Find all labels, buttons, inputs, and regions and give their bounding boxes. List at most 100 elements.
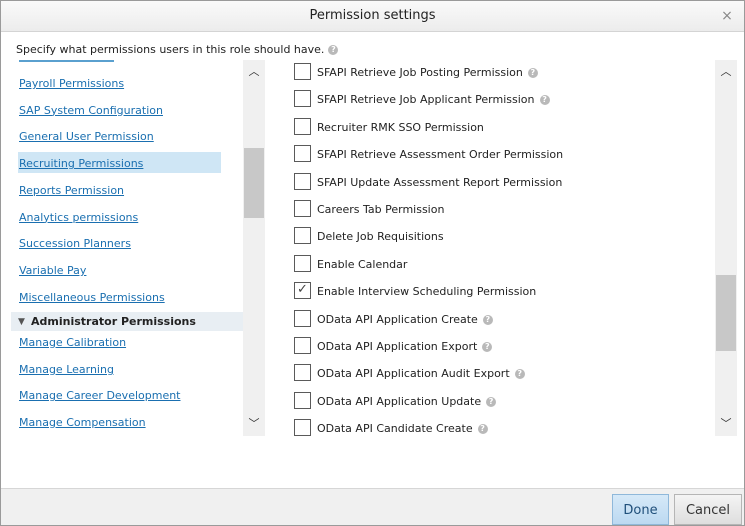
permission-label: OData API Application Create? <box>317 313 493 326</box>
scroll-down-icon[interactable]: ﹀ <box>715 414 737 434</box>
permission-checkbox[interactable] <box>294 364 311 382</box>
permission-checkbox[interactable] <box>294 90 311 108</box>
collapse-caret-icon[interactable]: ▼ <box>18 317 25 327</box>
permission-row: Enable Calendar <box>294 254 704 275</box>
dialog-footer: Done Cancel <box>1 488 744 525</box>
nav-item-manage-compensation[interactable]: Manage Compensation <box>19 416 146 429</box>
permission-label-text: Enable Calendar <box>317 257 408 271</box>
permission-checkbox[interactable] <box>294 419 311 436</box>
permission-label-text: SFAPI Retrieve Job Posting Permission <box>317 66 523 79</box>
help-icon[interactable]: ? <box>482 342 493 352</box>
nav-item-general-user-permission[interactable]: General User Permission <box>19 130 154 143</box>
permission-checkbox[interactable] <box>294 227 311 245</box>
right-scrollbar[interactable]: ︿ ﹀ <box>715 60 737 436</box>
permission-label: OData API Application Export? <box>317 340 493 353</box>
left-scrollbar[interactable]: ︿ ﹀ <box>243 60 265 436</box>
permission-category-pane: Payroll Permissions SAP System Configurat… <box>9 60 265 436</box>
scroll-up-icon[interactable]: ︿ <box>715 62 737 82</box>
help-icon[interactable]: ? <box>527 68 538 78</box>
permission-label-text: OData API Candidate Create <box>317 422 473 436</box>
help-icon[interactable]: ? <box>482 314 493 325</box>
nav-item-payroll-permissions[interactable]: Payroll Permissions <box>19 77 124 90</box>
permission-label-text: SFAPI Retrieve Job Applicant Permission <box>317 93 535 107</box>
help-icon[interactable]: ? <box>514 369 525 380</box>
nav-item-succession-planners[interactable]: Succession Planners <box>19 237 131 250</box>
permission-checkbox[interactable] <box>294 254 311 272</box>
permission-label: Recruiter RMK SSO Permission <box>317 121 484 134</box>
cancel-button[interactable]: Cancel <box>674 494 742 525</box>
permission-checkbox[interactable] <box>294 309 311 327</box>
permission-row: SFAPI Update Assessment Report Permissio… <box>294 172 704 193</box>
permission-row: SFAPI Retrieve Assessment Order Permissi… <box>294 145 704 165</box>
permission-label: Enable Interview Scheduling Permission <box>317 285 536 298</box>
permission-checkbox[interactable] <box>294 63 311 80</box>
permission-row: SFAPI Retrieve Job Applicant Permission? <box>294 90 704 110</box>
help-icon[interactable]: ? <box>477 424 488 435</box>
permission-checkbox[interactable] <box>294 145 311 163</box>
dialog-title: Permission settings <box>309 8 436 23</box>
permission-checkbox[interactable]: ✓ <box>294 282 311 300</box>
scrolled-item-edge <box>19 60 114 62</box>
permission-checkbox[interactable] <box>294 391 311 409</box>
left-scrollbar-thumb[interactable] <box>244 148 264 218</box>
permission-checkbox[interactable] <box>294 200 311 217</box>
permission-settings-dialog: Permission settings × Specify what permi… <box>0 0 745 526</box>
permission-row: OData API Candidate Create? <box>294 419 704 436</box>
permission-label-text: OData API Application Update <box>317 394 482 408</box>
nav-item-variable-pay[interactable]: Variable Pay <box>19 264 86 277</box>
permission-label: Enable Calendar <box>317 258 407 271</box>
permission-row: OData API Application Audit Export? <box>294 364 704 384</box>
permission-row: Careers Tab Permission <box>294 200 704 220</box>
dialog-titlebar: Permission settings × <box>1 1 744 32</box>
permission-row: ✓ Enable Interview Scheduling Permission <box>294 282 704 302</box>
nav-item-reports-permission[interactable]: Reports Permission <box>19 184 124 197</box>
permission-row: SFAPI Retrieve Job Posting Permission? <box>294 63 704 83</box>
permission-label-text: SFAPI Retrieve Assessment Order Permissi… <box>317 148 564 162</box>
permission-row: Delete Job Requisitions <box>294 227 704 247</box>
checkmark-icon: ✓ <box>297 282 308 298</box>
permission-row: OData API Application Create? <box>294 309 704 330</box>
nav-item-manage-calibration[interactable]: Manage Calibration <box>19 336 126 349</box>
nav-item-analytics-permissions[interactable]: Analytics permissions <box>19 211 138 224</box>
instructions-label: Specify what permissions users in this r… <box>16 43 325 56</box>
nav-item-manage-learning[interactable]: Manage Learning <box>19 363 114 376</box>
nav-item-sap-system-configuration[interactable]: SAP System Configuration <box>19 104 163 117</box>
help-icon[interactable]: ? <box>486 396 497 407</box>
permission-label-text: OData API Application Audit Export <box>317 367 510 381</box>
permission-checkbox[interactable] <box>294 337 311 354</box>
scroll-down-icon[interactable]: ﹀ <box>243 414 265 434</box>
permission-label: SFAPI Retrieve Job Applicant Permission? <box>317 93 550 106</box>
permission-label: Delete Job Requisitions <box>317 230 444 243</box>
help-icon[interactable]: ? <box>328 45 339 55</box>
instructions-text: Specify what permissions users in this r… <box>16 43 339 56</box>
permission-checkbox-pane: SFAPI Retrieve Job Posting Permission? SF… <box>277 60 737 436</box>
permission-label: OData API Candidate Create? <box>317 422 488 435</box>
permission-row: OData API Application Update? <box>294 391 704 412</box>
nav-item-recruiting-permissions[interactable]: Recruiting Permissions <box>19 157 143 170</box>
permission-label: OData API Application Update? <box>317 394 497 408</box>
permission-label: SFAPI Retrieve Assessment Order Permissi… <box>317 148 563 161</box>
close-icon[interactable]: × <box>720 9 734 23</box>
nav-item-manage-career-development[interactable]: Manage Career Development <box>19 389 181 402</box>
permission-checkbox[interactable] <box>294 117 311 135</box>
permission-label-text: Careers Tab Permission <box>317 203 445 216</box>
permission-label-text: OData API Application Create <box>317 312 478 326</box>
section-header-label: Administrator Permissions <box>31 315 196 328</box>
right-scrollbar-thumb[interactable] <box>716 275 736 351</box>
help-icon[interactable]: ? <box>539 95 550 106</box>
permission-label: OData API Application Audit Export? <box>317 367 525 380</box>
nav-item-miscellaneous-permissions[interactable]: Miscellaneous Permissions <box>19 291 165 304</box>
permission-label-text: Enable Interview Scheduling Permission <box>317 285 537 299</box>
permission-checkbox[interactable] <box>294 172 311 190</box>
permission-label: SFAPI Retrieve Job Posting Permission? <box>317 66 538 79</box>
permission-label-text: SFAPI Update Assessment Report Permissio… <box>317 175 563 189</box>
permission-row: OData API Application Export? <box>294 337 704 357</box>
section-header-administrator-permissions[interactable]: ▼ Administrator Permissions <box>11 312 243 331</box>
permission-label-text: Delete Job Requisitions <box>317 230 444 244</box>
permission-row: Recruiter RMK SSO Permission <box>294 117 704 138</box>
scroll-up-icon[interactable]: ︿ <box>243 62 265 82</box>
done-button[interactable]: Done <box>612 494 669 525</box>
permission-label: Careers Tab Permission <box>317 203 444 216</box>
permission-label-text: OData API Application Export <box>317 340 478 353</box>
permission-label: SFAPI Update Assessment Report Permissio… <box>317 176 562 189</box>
